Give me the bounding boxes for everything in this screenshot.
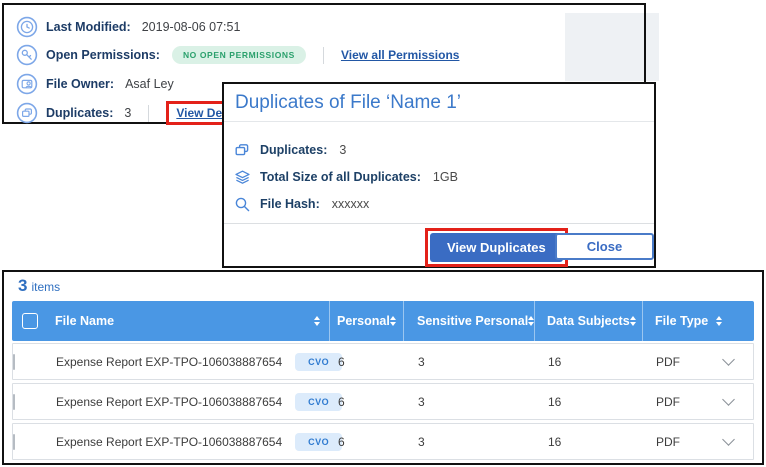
close-button[interactable]: Close [555,233,654,260]
header-checkbox-cell [12,301,47,341]
sort-icon[interactable] [314,316,320,326]
header-personal[interactable]: Personal [330,301,404,341]
file-name: Expense Report EXP-TPO-106038887654 [56,355,282,369]
data-subjects-value: 16 [536,435,644,449]
clock-icon [16,16,38,38]
file-type-value: PDF [656,395,680,409]
modal-file-hash-label: File Hash: [260,197,320,211]
duplicates-icon [234,142,251,159]
table-header: File Name Personal Sensitive Personal Da… [12,301,754,341]
sensitive-personal-value: 3 [405,355,536,369]
modal-total-size-row: Total Size of all Duplicates: 1GB [234,166,458,188]
row-checkbox[interactable] [13,354,15,370]
duplicates-row: Duplicates: 3 View Details [16,101,256,125]
divider [224,223,654,224]
layers-icon [234,169,251,186]
chevron-down-icon[interactable] [722,393,735,406]
view-all-permissions-link[interactable]: View all Permissions [341,48,460,62]
table-row[interactable]: Expense Report EXP-TPO-106038887654 CVO … [12,383,754,420]
file-owner-icon [16,73,38,95]
modal-file-hash-value: xxxxxx [332,197,370,211]
open-permissions-row: Open Permissions: NO OPEN PERMISSIONS Vi… [16,43,459,67]
modal-total-size-value: 1GB [433,170,458,184]
header-file-name[interactable]: File Name [47,301,330,341]
last-modified-row: Last Modified: 2019-08-06 07:51 [16,15,240,39]
sort-icon[interactable] [630,316,636,326]
file-type-value: PDF [656,435,680,449]
sort-icon[interactable] [716,316,722,326]
duplicates-table-panel: 3 items File Name Personal Sensitive Per… [2,270,764,465]
items-count-line: 3 items [18,276,60,296]
sensitive-personal-value: 3 [405,435,536,449]
modal-duplicates-row: Duplicates: 3 [234,139,346,161]
sensitive-personal-value: 3 [405,395,536,409]
divider [323,47,324,64]
header-file-type[interactable]: File Type [643,301,754,341]
key-icon [16,44,38,66]
last-modified-value: 2019-08-06 07:51 [142,20,241,34]
select-all-checkbox[interactable] [22,313,38,329]
last-modified-label: Last Modified: [46,20,131,34]
modal-title: Duplicates of File ‘Name 1’ [235,92,461,114]
items-count: 3 [18,276,27,296]
table-row[interactable]: Expense Report EXP-TPO-106038887654 CVO … [12,343,754,380]
file-name: Expense Report EXP-TPO-106038887654 [56,435,282,449]
modal-total-size-label: Total Size of all Duplicates: [260,170,421,184]
duplicates-value: 3 [124,106,131,120]
open-permissions-label: Open Permissions: [46,48,160,62]
data-subjects-value: 16 [536,355,644,369]
table-row[interactable]: Expense Report EXP-TPO-106038887654 CVO … [12,423,754,460]
personal-value: 6 [331,355,405,369]
search-icon [234,196,251,213]
row-checkbox[interactable] [13,394,15,410]
file-name: Expense Report EXP-TPO-106038887654 [56,395,282,409]
modal-file-hash-row: File Hash: xxxxxx [234,193,369,215]
chevron-down-icon[interactable] [722,433,735,446]
no-open-permissions-badge: NO OPEN PERMISSIONS [172,46,306,64]
modal-duplicates-label: Duplicates: [260,143,327,157]
file-owner-label: File Owner: [46,77,114,91]
items-label: items [31,280,60,294]
sort-icon[interactable] [390,316,396,326]
chevron-down-icon[interactable] [722,353,735,366]
view-duplicates-button[interactable]: View Duplicates [430,233,563,262]
file-owner-value: Asaf Ley [125,77,174,91]
duplicates-icon [16,102,38,124]
sort-icon[interactable] [528,316,534,326]
personal-value: 6 [331,435,405,449]
personal-value: 6 [331,395,405,409]
file-type-value: PDF [656,355,680,369]
data-subjects-value: 16 [536,395,644,409]
divider [224,121,654,122]
modal-duplicates-value: 3 [339,143,346,157]
duplicates-modal: Duplicates of File ‘Name 1’ Duplicates: … [222,82,656,268]
view-duplicates-highlight: View Duplicates [425,228,568,267]
divider [148,105,149,122]
row-checkbox[interactable] [13,434,15,450]
table-body: Expense Report EXP-TPO-106038887654 CVO … [12,343,754,463]
header-sensitive-personal[interactable]: Sensitive Personal [404,301,535,341]
file-owner-row: File Owner: Asaf Ley [16,72,174,96]
header-data-subjects[interactable]: Data Subjects [535,301,643,341]
panel-border-segment [644,13,646,81]
duplicates-label: Duplicates: [46,106,113,120]
